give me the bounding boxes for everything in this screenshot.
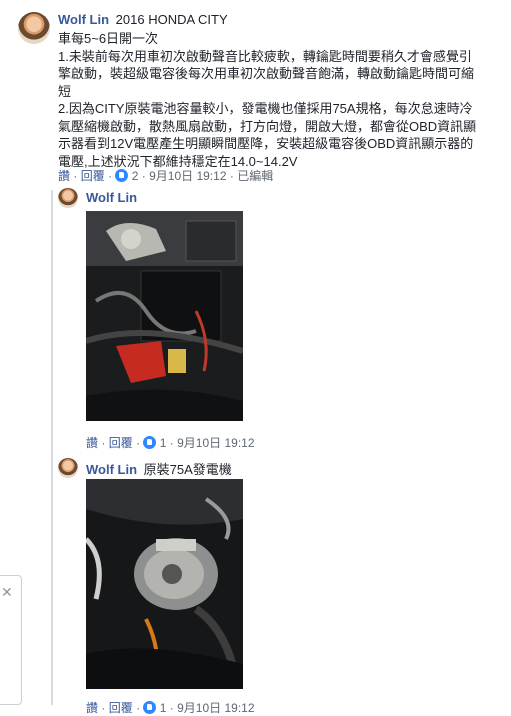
reaction-count[interactable]: 1 xyxy=(160,701,167,715)
author-avatar[interactable] xyxy=(18,12,50,44)
reply-header: Wolf Lin 原裝75A發電機 xyxy=(86,459,232,478)
reply-text: 原裝75A發電機 xyxy=(143,462,232,477)
post-header: Wolf Lin 2016 HONDA CITY xyxy=(58,12,228,27)
side-panel: ✕ xyxy=(0,575,22,705)
post-actions: 讚 · 回覆 · 2 · 9月10日 19:12 · 已編輯 xyxy=(58,167,273,184)
reply-author-name[interactable]: Wolf Lin xyxy=(86,190,137,205)
engine-bay-photo[interactable] xyxy=(86,211,243,421)
reply-avatar[interactable] xyxy=(58,188,78,208)
alternator-image xyxy=(86,479,243,689)
separator: · xyxy=(169,701,174,715)
timestamp[interactable]: 9月10日 19:12 xyxy=(149,169,226,183)
reply-actions: 讚 · 回覆 · 1 · 9月10日 19:12 xyxy=(86,699,255,716)
separator: · xyxy=(73,169,78,183)
separator: · xyxy=(108,169,113,183)
like-button[interactable]: 讚 xyxy=(86,436,98,450)
post-line: 1.未裝前每次用車初次啟動聲音比較疲軟，轉鑰匙時間要稍久才會感覺引擎啟動，裝超級… xyxy=(58,48,475,99)
reply-avatar[interactable] xyxy=(58,458,78,478)
like-button[interactable]: 讚 xyxy=(86,701,98,715)
like-reaction-icon[interactable] xyxy=(143,701,157,714)
post-body: 車每5~6日開一次 1.未裝前每次用車初次啟動聲音比較疲軟，轉鑰匙時間要稍久才會… xyxy=(58,30,478,170)
separator: · xyxy=(141,169,146,183)
close-icon[interactable]: ✕ xyxy=(1,584,13,601)
edited-label[interactable]: 已編輯 xyxy=(237,169,273,183)
alternator-photo[interactable] xyxy=(86,479,243,689)
post-headline: 2016 HONDA CITY xyxy=(115,12,228,27)
separator: · xyxy=(229,169,234,183)
separator: · xyxy=(169,436,174,450)
separator: · xyxy=(101,436,106,450)
engine-bay-image xyxy=(86,211,243,421)
reaction-count[interactable]: 1 xyxy=(160,436,167,450)
reply-header: Wolf Lin xyxy=(86,190,137,205)
like-button[interactable]: 讚 xyxy=(58,169,70,183)
post-line: 車每5~6日開一次 xyxy=(58,31,159,46)
like-reaction-icon[interactable] xyxy=(115,169,129,182)
reply-button[interactable]: 回覆 xyxy=(81,169,105,183)
separator: · xyxy=(136,436,141,450)
reply-thread-line xyxy=(51,190,53,705)
post-line: 2.因為CITY原裝電池容量較小，發電機也僅採用75A規格，每次怠速時冷氣壓縮機… xyxy=(58,101,477,169)
separator: · xyxy=(136,701,141,715)
reaction-count[interactable]: 2 xyxy=(132,169,139,183)
reply-author-name[interactable]: Wolf Lin xyxy=(86,462,137,477)
reply-button[interactable]: 回覆 xyxy=(109,701,133,715)
timestamp[interactable]: 9月10日 19:12 xyxy=(177,436,254,450)
timestamp[interactable]: 9月10日 19:12 xyxy=(177,701,254,715)
like-reaction-icon[interactable] xyxy=(143,436,157,449)
reply-actions: 讚 · 回覆 · 1 · 9月10日 19:12 xyxy=(86,434,255,451)
author-name[interactable]: Wolf Lin xyxy=(58,12,109,27)
reply-button[interactable]: 回覆 xyxy=(109,436,133,450)
separator: · xyxy=(101,701,106,715)
